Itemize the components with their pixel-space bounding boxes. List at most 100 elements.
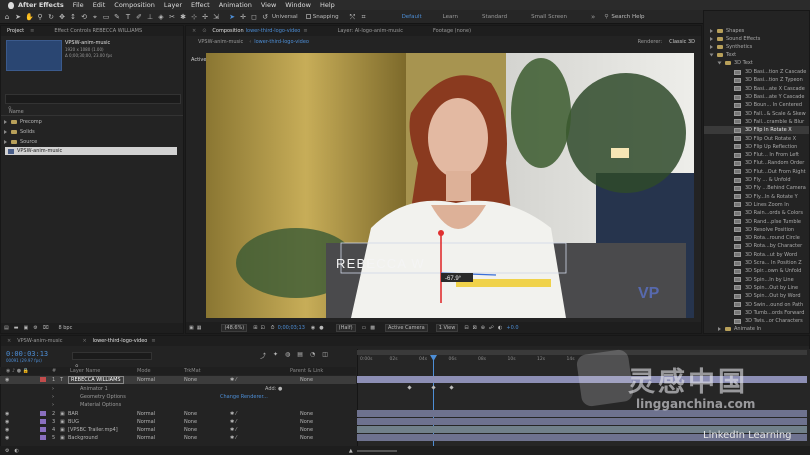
snap-edge-icon[interactable]: ⌗ <box>360 13 368 21</box>
layer-type-icon[interactable]: T <box>60 377 63 383</box>
workspace-default[interactable]: Default <box>402 14 422 20</box>
expand-icon[interactable] <box>710 37 713 42</box>
effects-folder-3d-text[interactable]: 3D Text <box>704 59 809 67</box>
frame-blend-icon[interactable]: ▤ <box>297 351 303 360</box>
renderer-value[interactable]: Classic 3D <box>669 39 695 45</box>
layer-mode-dropdown[interactable]: Normal <box>137 419 155 425</box>
layer-switches-icon[interactable]: ✱ ⁄ <box>230 427 237 433</box>
layer-mode-dropdown[interactable]: Normal <box>137 427 155 433</box>
effect-preset-item[interactable]: 3D Fly ...Behind Camera <box>704 184 809 192</box>
type-tool-icon[interactable]: T <box>124 13 132 21</box>
composition-tab-label[interactable]: Composition <box>212 28 243 34</box>
effect-preset-item[interactable]: 3D Rota...ut by Word <box>704 251 809 259</box>
settings-icon[interactable]: ⚙ <box>33 325 37 331</box>
axis-local-icon[interactable]: ⊹ <box>190 13 198 21</box>
effect-preset-item[interactable]: 3D Spir...own & Unfold <box>704 267 809 275</box>
hand-tool-icon[interactable]: ✋ <box>25 13 34 21</box>
col-trkmat[interactable]: TrkMat <box>184 368 201 374</box>
show-channel-icon[interactable]: ● <box>319 325 323 331</box>
scale-icon[interactable]: ◻ <box>250 13 258 21</box>
layer-type-icon[interactable]: ▣ <box>60 435 65 441</box>
app-name[interactable]: After Effects <box>18 1 64 9</box>
effect-preset-item[interactable]: 3D Boun... In Centered <box>704 101 809 109</box>
puppet-tool-icon[interactable]: ✱ <box>179 13 187 21</box>
render-icon[interactable]: ⊠ <box>473 325 477 331</box>
mask-icon[interactable]: ▦ <box>197 325 202 331</box>
tab-effect-controls[interactable]: Effect Controls REBECCA WILLIAMS <box>54 28 142 34</box>
rotate-tool-icon[interactable]: ⟲ <box>80 13 88 21</box>
layer-trkmat-dropdown[interactable]: None <box>184 435 197 441</box>
always-preview-icon[interactable]: ▣ <box>189 325 194 331</box>
layer-switches-icon[interactable]: ✱ ⁄ <box>230 411 237 417</box>
layer-name[interactable]: Material Options <box>80 402 121 408</box>
expand-icon[interactable] <box>718 327 721 332</box>
expand-icon[interactable] <box>4 120 7 124</box>
effect-preset-item[interactable]: 3D Resolve Position <box>704 226 809 234</box>
effect-preset-item[interactable]: 3D Spin...In by Line <box>704 276 809 284</box>
shy-icon[interactable]: ◍ <box>285 351 290 360</box>
layer-name[interactable]: Animator 1 <box>80 386 108 392</box>
motion-blur-icon[interactable]: ◔ <box>310 351 315 360</box>
zoom-out-icon[interactable]: ▲ <box>349 448 353 454</box>
tab-project[interactable]: Project <box>7 28 24 34</box>
flowchart-icon[interactable]: ⊕ <box>481 325 485 331</box>
pen-tool-icon[interactable]: ✎ <box>113 13 121 21</box>
graph-editor-icon[interactable]: ◫ <box>322 351 328 360</box>
region-icon[interactable]: ⊡ <box>260 325 264 331</box>
track-bar-bar[interactable] <box>357 410 807 417</box>
rotation-handle[interactable] <box>438 230 444 236</box>
workspace-standard[interactable]: Standard <box>482 14 507 20</box>
effect-preset-item[interactable]: 3D Lines Zoom In <box>704 201 809 209</box>
layer-number[interactable]: 2 <box>52 411 55 417</box>
layer-trkmat-dropdown[interactable]: None <box>184 377 197 383</box>
effect-preset-item[interactable]: 3D Basi...tion Z Typeon <box>704 76 809 84</box>
orbit-tool-icon[interactable]: ↻ <box>47 13 55 21</box>
layer-label-color[interactable] <box>40 427 46 432</box>
menu-layer[interactable]: Layer <box>164 1 182 9</box>
project-folder-source[interactable]: Source <box>1 138 183 146</box>
menu-animation[interactable]: Animation <box>219 1 252 9</box>
track-bar-bug[interactable] <box>357 418 807 425</box>
camera-tool-icon[interactable]: ⌖ <box>91 13 99 21</box>
universal-tool-icon[interactable]: ➤ <box>228 13 236 21</box>
col-mode[interactable]: Mode <box>137 368 151 374</box>
timeline-layer-row[interactable]: ◉ 1 T REBECCA WILLIAMS Normal None ✱ ⁄ None <box>0 376 356 384</box>
snapping-label[interactable]: Snapping <box>313 14 339 20</box>
layer-trkmat-dropdown[interactable]: None <box>184 411 197 417</box>
collapse-icon[interactable] <box>717 61 722 65</box>
expand-icon[interactable] <box>4 140 7 144</box>
expand-icon[interactable] <box>4 130 7 134</box>
collapse-icon[interactable] <box>709 53 714 57</box>
layer-switches-icon[interactable]: ✱ ⁄ <box>230 435 237 441</box>
effects-folder-animate-in[interactable]: Animate In <box>704 325 809 333</box>
project-item-comp[interactable]: VPSW-anim-music <box>5 147 177 155</box>
timeline-tab-lower-third[interactable]: lower-third-logo-video <box>93 338 148 344</box>
effect-preset-item[interactable]: 3D Basi...ate X Cascade <box>704 85 809 93</box>
timeline-current-time[interactable]: 0:00:03:13 <box>6 350 48 358</box>
snapshot-icon[interactable]: ◉ <box>311 325 315 331</box>
effect-preset-item[interactable]: 3D Rota...by Character <box>704 242 809 250</box>
visibility-eye-icon[interactable]: ◉ <box>5 377 9 383</box>
effect-preset-item[interactable]: 3D Fall...& Scale & Skew <box>704 110 809 118</box>
layer-mode-dropdown[interactable]: Normal <box>137 411 155 417</box>
effect-preset-item[interactable]: 3D Fall...cramble & Blur <box>704 118 809 126</box>
timeline-search-input[interactable]: ⚲ <box>72 352 152 370</box>
close-icon[interactable]: × <box>192 28 196 34</box>
layer-label-color[interactable] <box>40 419 46 424</box>
axis-world-icon[interactable]: ✢ <box>201 13 209 21</box>
snap-options-icon[interactable]: ⤲ <box>349 13 357 21</box>
layer-type-icon[interactable]: ▣ <box>60 427 65 433</box>
rotate-gizmo-icon[interactable]: ↺ <box>261 13 269 21</box>
layer-label-color[interactable] <box>40 377 46 382</box>
effect-preset-item[interactable]: 3D Flut... In From Left <box>704 151 809 159</box>
composition-tab-name[interactable]: lower-third-logo-video <box>246 28 301 34</box>
visibility-eye-icon[interactable]: ◉ <box>5 419 9 425</box>
tab-layer[interactable]: Layer: Al-logo-anim-music <box>338 28 403 34</box>
menu-effect[interactable]: Effect <box>191 1 210 9</box>
property-expand-icon[interactable]: › <box>52 402 54 408</box>
visibility-eye-icon[interactable]: ◉ <box>5 427 9 433</box>
effect-preset-item[interactable]: 3D Fly...In & Rotate Y <box>704 193 809 201</box>
project-menu-icon[interactable]: ≡ <box>30 28 34 34</box>
home-icon[interactable]: ⌂ <box>3 13 11 21</box>
zoom-tool-icon[interactable]: ⚲ <box>36 13 44 21</box>
